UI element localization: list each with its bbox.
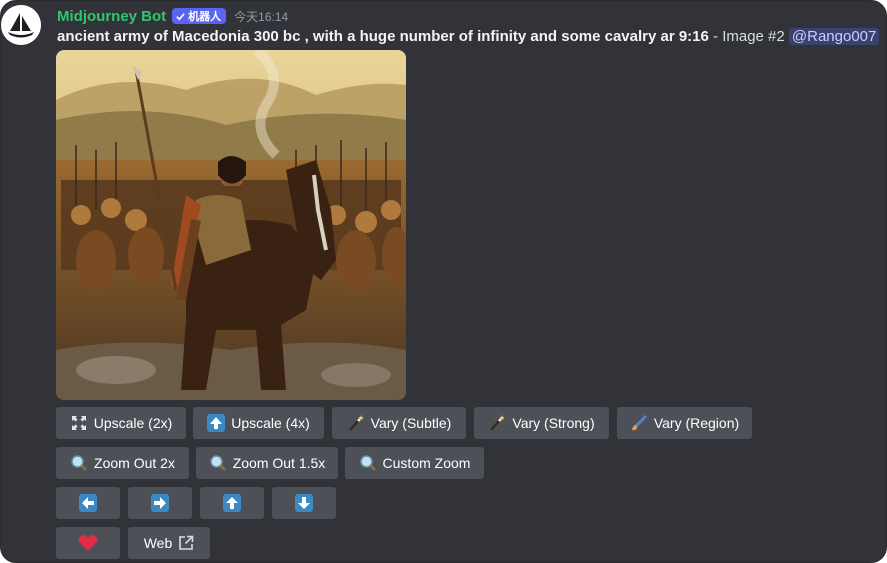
zoom-out-1-5x-button[interactable]: Zoom Out 1.5x	[196, 447, 338, 479]
arrow-right-icon	[151, 494, 169, 512]
zoom-out-2x-label: Zoom Out 2x	[94, 455, 175, 471]
bot-tag: 机器人	[172, 8, 227, 24]
vary-strong-label: Vary (Strong)	[512, 415, 595, 431]
verified-check-icon	[176, 12, 185, 20]
pan-down-button[interactable]	[272, 487, 336, 519]
magnifier-icon	[359, 455, 376, 472]
custom-zoom-button[interactable]: Custom Zoom	[345, 447, 484, 479]
expand-icon	[71, 416, 86, 430]
web-link-label: Web	[143, 535, 173, 551]
arrow-down-icon	[295, 494, 313, 512]
generated-image[interactable]	[56, 50, 406, 400]
vary-subtle-button[interactable]: Vary (Subtle)	[332, 407, 466, 439]
arrow-left-icon	[79, 494, 97, 512]
vary-strong-button[interactable]: Vary (Strong)	[474, 407, 609, 439]
username[interactable]: Midjourney Bot	[57, 8, 166, 25]
timestamp: 今天16:14	[234, 9, 289, 24]
user-mention[interactable]: @Rango007	[788, 28, 880, 45]
midjourney-avatar[interactable]	[1, 5, 41, 45]
zoom-out-2x-button[interactable]: Zoom Out 2x	[56, 447, 189, 479]
pan-up-button[interactable]	[200, 487, 264, 519]
vary-region-label: Vary (Region)	[653, 415, 740, 431]
paintbrush-icon	[631, 414, 647, 431]
up-arrow-box-icon	[207, 414, 226, 432]
pan-right-button[interactable]	[128, 487, 192, 519]
pan-left-button[interactable]	[56, 487, 120, 519]
magic-wand-icon	[348, 415, 364, 431]
zoom-out-1-5x-label: Zoom Out 1.5x	[232, 455, 326, 471]
magnifier-icon	[71, 455, 88, 472]
upscale-4x-button[interactable]: Upscale (4x)	[193, 407, 324, 439]
arrow-up-icon	[223, 494, 241, 512]
heart-icon	[78, 535, 98, 551]
upscale-2x-label: Upscale (2x)	[93, 415, 173, 431]
custom-zoom-label: Custom Zoom	[382, 455, 471, 471]
prompt-text: ancient army of Macedonia 300 bc , with …	[57, 28, 709, 45]
external-link-icon	[179, 535, 194, 550]
upscale-4x-label: Upscale (4x)	[231, 415, 310, 431]
message-content: ancient army of Macedonia 300 bc , with …	[57, 28, 880, 45]
upscale-2x-button[interactable]: Upscale (2x)	[56, 407, 186, 439]
image-number: - Image #2	[708, 28, 789, 45]
vary-subtle-label: Vary (Subtle)	[370, 415, 452, 431]
web-link-button[interactable]: Web	[128, 527, 210, 559]
magic-wand-icon	[490, 415, 506, 431]
magnifier-icon	[209, 455, 226, 472]
bot-tag-label: 机器人	[188, 11, 222, 23]
discord-message-window: Midjourney Bot 机器人 今天16:14 ancient army …	[0, 0, 887, 563]
message-header: Midjourney Bot 机器人 今天16:14	[57, 6, 288, 26]
vary-region-button[interactable]: Vary (Region)	[617, 407, 752, 439]
favorite-button[interactable]	[56, 527, 120, 559]
